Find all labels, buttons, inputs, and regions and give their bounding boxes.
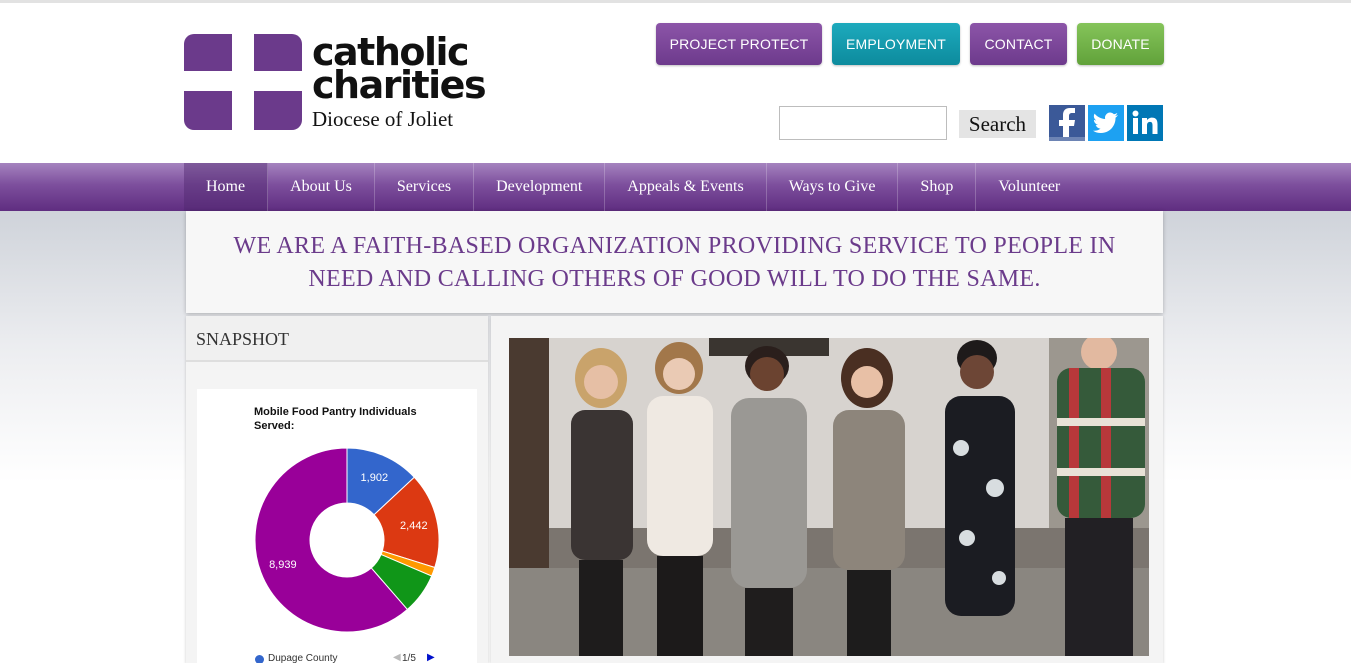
site-header: catholic charities Diocese of Joliet PRO… [0,3,1351,163]
nav-item-services[interactable]: Services [375,163,475,211]
donut-data-label-0: 1,902 [361,472,389,484]
nav-item-volunteer[interactable]: Volunteer [976,163,1082,211]
chart-card: 1,902 2,442 8,939 Mobile Food Pantry Indiv… [197,389,477,663]
legend-next-arrow-icon[interactable]: ▶ [427,652,435,663]
legend-page-indicator: 1/5 [402,653,416,663]
snapshot-header: SNAPSHOT [186,316,488,362]
contact-button[interactable]: CONTACT [970,23,1067,65]
legend-label: Dupage County [268,653,338,663]
donate-button[interactable]: DONATE [1077,23,1164,65]
site-logo[interactable]: catholic charities Diocese of Joliet [184,33,487,134]
legend-swatch [255,655,264,663]
mission-line-1: WE ARE A FAITH-BASED ORGANIZATION PROVID… [233,233,1116,259]
group-photo-illustration [509,338,1149,656]
main-nav: Home About Us Services Development Appea… [0,163,1351,211]
nav-item-shop[interactable]: Shop [898,163,977,211]
donut-data-label-1: 2,442 [400,520,428,532]
mission-statement: WE ARE A FAITH-BASED ORGANIZATION PROVID… [186,230,1163,296]
main-nav-items: Home About Us Services Development Appea… [184,163,1082,211]
search-button[interactable]: Search [959,110,1036,138]
nav-item-home[interactable]: Home [184,163,269,211]
nav-item-ways-to-give[interactable]: Ways to Give [767,163,899,211]
group-photo-image [509,338,1149,656]
snapshot-title: SNAPSHOT [196,329,290,349]
nav-item-appeals-events[interactable]: Appeals & Events [605,163,767,211]
legend-prev-arrow-icon[interactable]: ◀ [393,652,401,663]
project-protect-button[interactable]: PROJECT PROTECT [656,23,822,65]
donut-data-label-4: 8,939 [269,559,297,571]
search-input[interactable] [779,106,947,140]
nav-item-about-us[interactable]: About Us [268,163,375,211]
facebook-icon[interactable] [1049,105,1085,141]
chart-title: Mobile Food Pantry Individuals Served: [254,406,417,432]
twitter-icon[interactable] [1088,105,1124,141]
logo-text-charities: charities [312,63,487,107]
employment-button[interactable]: EMPLOYMENT [832,23,960,65]
mission-line-2: NEED AND CALLING OTHERS OF GOOD WILL TO … [308,266,1041,292]
linkedin-icon[interactable] [1127,105,1163,141]
nav-item-development[interactable]: Development [474,163,606,211]
logo-text-diocese: Diocese of Joliet [312,107,454,131]
cross-logo-icon [184,34,302,130]
snapshot-panel: SNAPSHOT 1,902 2,442 8,939 Mobile Food Pan… [186,316,488,663]
mission-banner: WE ARE A FAITH-BASED ORGANIZATION PROVID… [186,211,1163,313]
chart-legend: Dupage County ◀ 1/5 ▶ [255,652,455,663]
photo-panel [491,316,1163,663]
